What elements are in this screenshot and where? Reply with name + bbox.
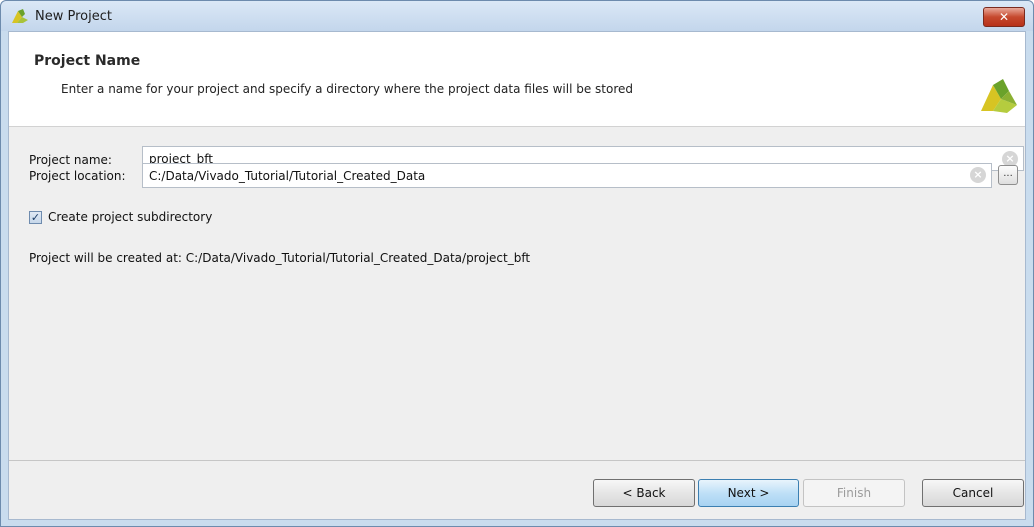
- browse-button[interactable]: ...: [998, 165, 1018, 185]
- vivado-logo-icon: [981, 79, 1017, 113]
- page-description: Enter a name for your project and specif…: [61, 82, 634, 96]
- title-bar[interactable]: New Project ✕: [1, 1, 1033, 31]
- project-name-label: Project name:: [29, 153, 112, 167]
- footer-divider: [9, 460, 1025, 461]
- page-title: Project Name: [34, 53, 141, 69]
- created-at-path: Project will be created at: C:/Data/Viva…: [29, 251, 531, 265]
- window-title: New Project: [35, 9, 112, 24]
- dialog-body: Project Name Enter a name for your proje…: [8, 31, 1026, 520]
- next-button[interactable]: Next >: [698, 479, 799, 507]
- finish-button: Finish: [803, 479, 905, 507]
- close-button[interactable]: ✕: [983, 7, 1025, 27]
- wizard-header: Project Name Enter a name for your proje…: [9, 32, 1025, 127]
- vivado-app-icon: [12, 9, 28, 23]
- clear-location-icon[interactable]: ×: [970, 167, 986, 183]
- back-button[interactable]: < Back: [593, 479, 695, 507]
- create-subdirectory-label: Create project subdirectory: [48, 210, 213, 224]
- project-location-label: Project location:: [29, 169, 126, 183]
- new-project-window: New Project ✕ Project Name Enter a name …: [0, 0, 1034, 527]
- project-location-input[interactable]: [142, 163, 992, 188]
- create-subdirectory-checkbox[interactable]: ✓: [29, 211, 42, 224]
- cancel-button[interactable]: Cancel: [922, 479, 1024, 507]
